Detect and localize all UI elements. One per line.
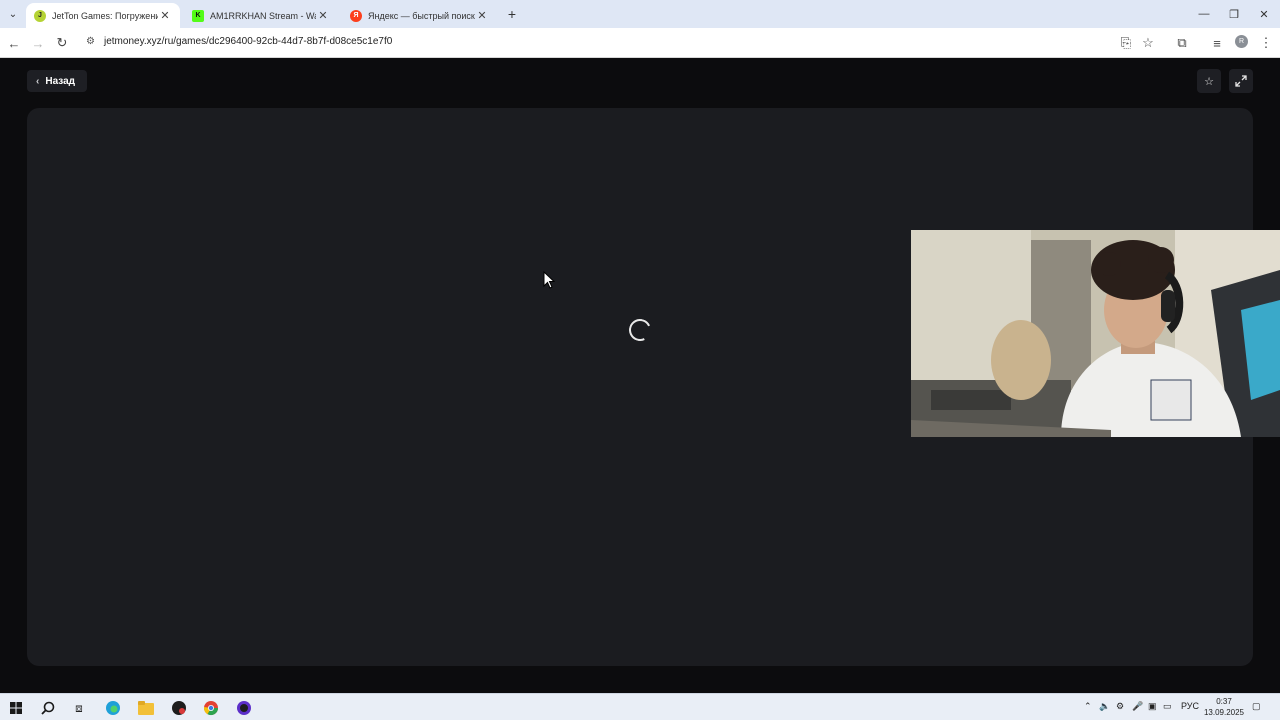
fullscreen-button[interactable] [1229, 69, 1253, 93]
tab-stream[interactable]: K AM1RRKHAN Stream - Watch ✕ [184, 3, 338, 28]
kick-favicon-icon: K [192, 9, 204, 22]
tab-title: Яндекс — быстрый поиск в и [368, 10, 475, 21]
notifications-icon[interactable]: ▢ [1252, 701, 1261, 712]
extensions-icon[interactable]: ⧉ [1173, 34, 1191, 52]
microphone-icon[interactable]: 🎤 [1132, 701, 1143, 712]
chevron-left-icon: ‹ [36, 75, 40, 87]
obs-icon[interactable] [234, 698, 254, 718]
chrome-icon[interactable] [201, 698, 221, 718]
profile-avatar[interactable]: R [1235, 35, 1248, 48]
back-arrow-icon[interactable]: ← [5, 34, 23, 52]
tab-close-icon[interactable]: ✕ [316, 9, 330, 22]
new-tab-button[interactable]: + [503, 5, 521, 23]
task-view-icon[interactable]: ⧈ [69, 698, 89, 718]
tray-app-icon[interactable]: ⚙ [1116, 701, 1124, 712]
network-icon[interactable]: ▣ [1148, 701, 1157, 712]
browser-tab-strip: ⌄ J JetTon Games: Погружение в ✕ K AM1RR… [0, 0, 1280, 28]
browser-toolbar: ← → ↻ ⚙ jetmoney.xyz/ru/games/dc296400-9… [0, 28, 1280, 58]
tray-chevron-up-icon[interactable]: ⌃ [1084, 701, 1092, 712]
language-indicator[interactable]: РУС [1181, 701, 1199, 711]
tab-close-icon[interactable]: ✕ [475, 9, 489, 22]
expand-icon [1235, 75, 1247, 87]
webcam-overlay [911, 230, 1280, 437]
app-shield-icon[interactable] [169, 698, 189, 718]
media-control-icon[interactable]: ≡ [1208, 34, 1226, 52]
webcam-image [911, 230, 1280, 437]
tab-search-chevron-icon[interactable]: ⌄ [4, 5, 22, 23]
restore-icon[interactable]: ❐ [1218, 0, 1250, 28]
favorite-star-button[interactable]: ☆ [1197, 69, 1221, 93]
menu-kebab-icon[interactable]: ⋮ [1257, 34, 1275, 52]
tab-close-icon[interactable]: ✕ [158, 9, 172, 22]
yandex-favicon-icon: Я [350, 9, 362, 22]
jetton-favicon-icon: J [34, 9, 46, 22]
windows-start-icon[interactable] [6, 698, 26, 718]
back-button-label: Назад [45, 75, 75, 87]
display-icon[interactable]: ▭ [1163, 701, 1172, 712]
reload-icon[interactable]: ↻ [53, 34, 71, 52]
tab-title: AM1RRKHAN Stream - Watch [210, 10, 316, 21]
taskbar-clock[interactable]: 0:37 13.09.2025 [1202, 696, 1246, 718]
close-window-icon[interactable]: ✕ [1248, 0, 1280, 28]
search-icon[interactable] [38, 698, 58, 718]
bookmark-star-icon[interactable]: ☆ [1139, 34, 1157, 52]
volume-icon[interactable]: 🔈 [1099, 701, 1110, 712]
address-bar-url[interactable]: jetmoney.xyz/ru/games/dc296400-92cb-44d7… [104, 36, 392, 47]
file-explorer-icon[interactable] [136, 698, 156, 718]
clock-date: 13.09.2025 [1203, 708, 1245, 717]
install-app-icon[interactable]: ⎘ [1117, 34, 1135, 52]
site-info-icon[interactable]: ⚙ [86, 36, 95, 47]
minimize-icon[interactable]: — [1188, 0, 1220, 28]
windows-taskbar: ⧈ ⌃ 🔈 ⚙ 🎤 ▣ ▭ РУС 0:37 13.09.2025 ▢ [0, 693, 1280, 720]
tab-jetton-games[interactable]: J JetTon Games: Погружение в ✕ [26, 3, 180, 28]
star-icon: ☆ [1204, 75, 1214, 88]
mouse-cursor-icon [543, 271, 555, 289]
back-button[interactable]: ‹ Назад [27, 70, 87, 92]
tab-yandex[interactable]: Я Яндекс — быстрый поиск в и ✕ [342, 3, 497, 28]
clock-time: 0:37 [1216, 697, 1232, 706]
tab-title: JetTon Games: Погружение в [52, 10, 158, 21]
edge-icon[interactable] [103, 698, 123, 718]
forward-arrow-icon[interactable]: → [29, 34, 47, 52]
